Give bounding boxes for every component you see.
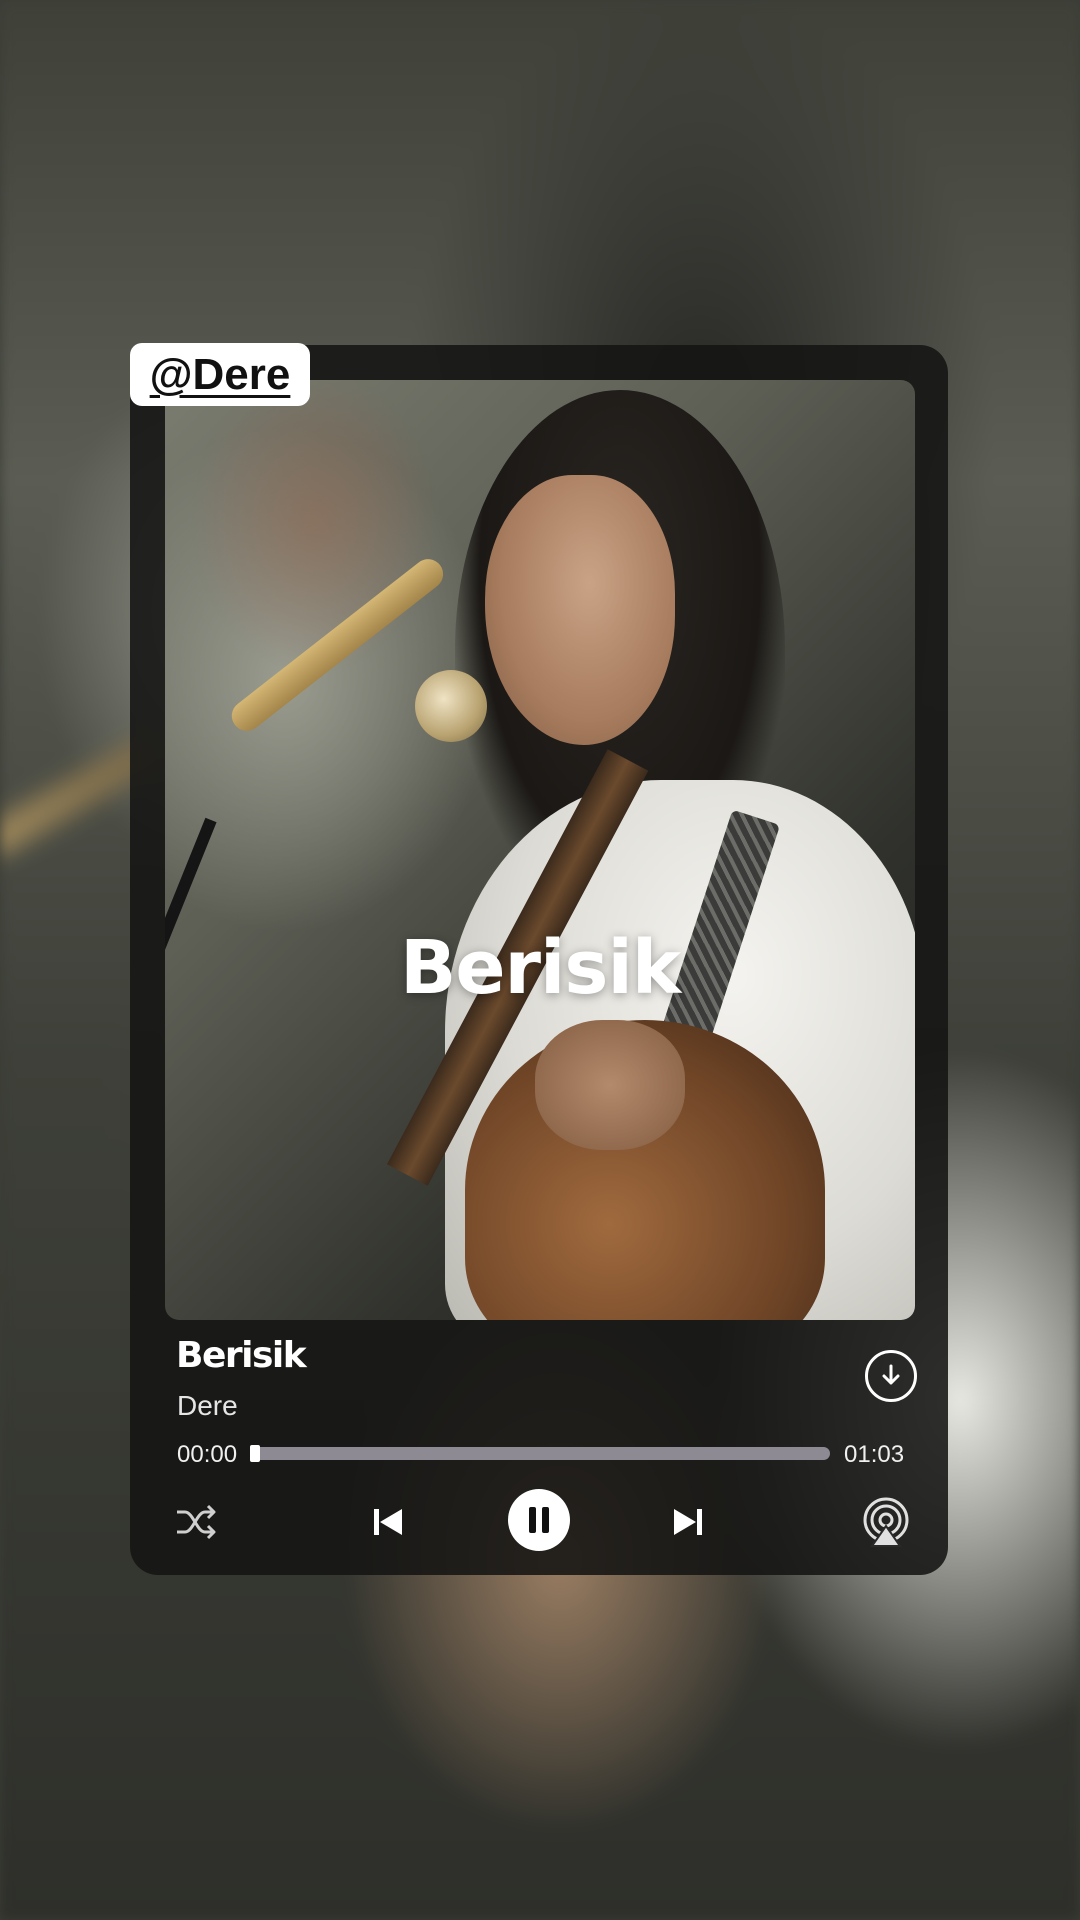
progress-bar[interactable]: [250, 1445, 830, 1462]
performer-hand: [535, 1020, 685, 1150]
progress-knob[interactable]: [250, 1445, 260, 1462]
song-title: Berisik: [176, 1335, 307, 1376]
skip-previous-icon: [374, 1509, 402, 1535]
microphone-head: [415, 670, 487, 742]
player-card: Berisik Berisik Dere 00:00 01:03: [130, 345, 948, 1575]
artwork-title: Berisik: [399, 925, 681, 1011]
skip-next-icon: [674, 1509, 702, 1535]
download-icon: [882, 1364, 900, 1385]
album-artwork: Berisik: [165, 380, 915, 1320]
pause-button[interactable]: [508, 1489, 570, 1551]
handle-tag[interactable]: @Dere: [130, 343, 310, 406]
airplay-button[interactable]: [856, 1492, 916, 1552]
current-time: 00:00: [177, 1441, 238, 1468]
performer-face: [485, 475, 675, 745]
artist-name: Dere: [177, 1390, 238, 1421]
shuffle-icon: [177, 1504, 216, 1540]
airplay-icon: [863, 1497, 909, 1547]
previous-button[interactable]: [358, 1492, 418, 1552]
download-button[interactable]: [865, 1350, 917, 1402]
shuffle-button[interactable]: [166, 1492, 226, 1552]
total-time: 01:03: [844, 1441, 905, 1468]
next-button[interactable]: [658, 1492, 718, 1552]
mic-stand: [165, 817, 217, 1305]
pause-icon: [529, 1507, 549, 1533]
